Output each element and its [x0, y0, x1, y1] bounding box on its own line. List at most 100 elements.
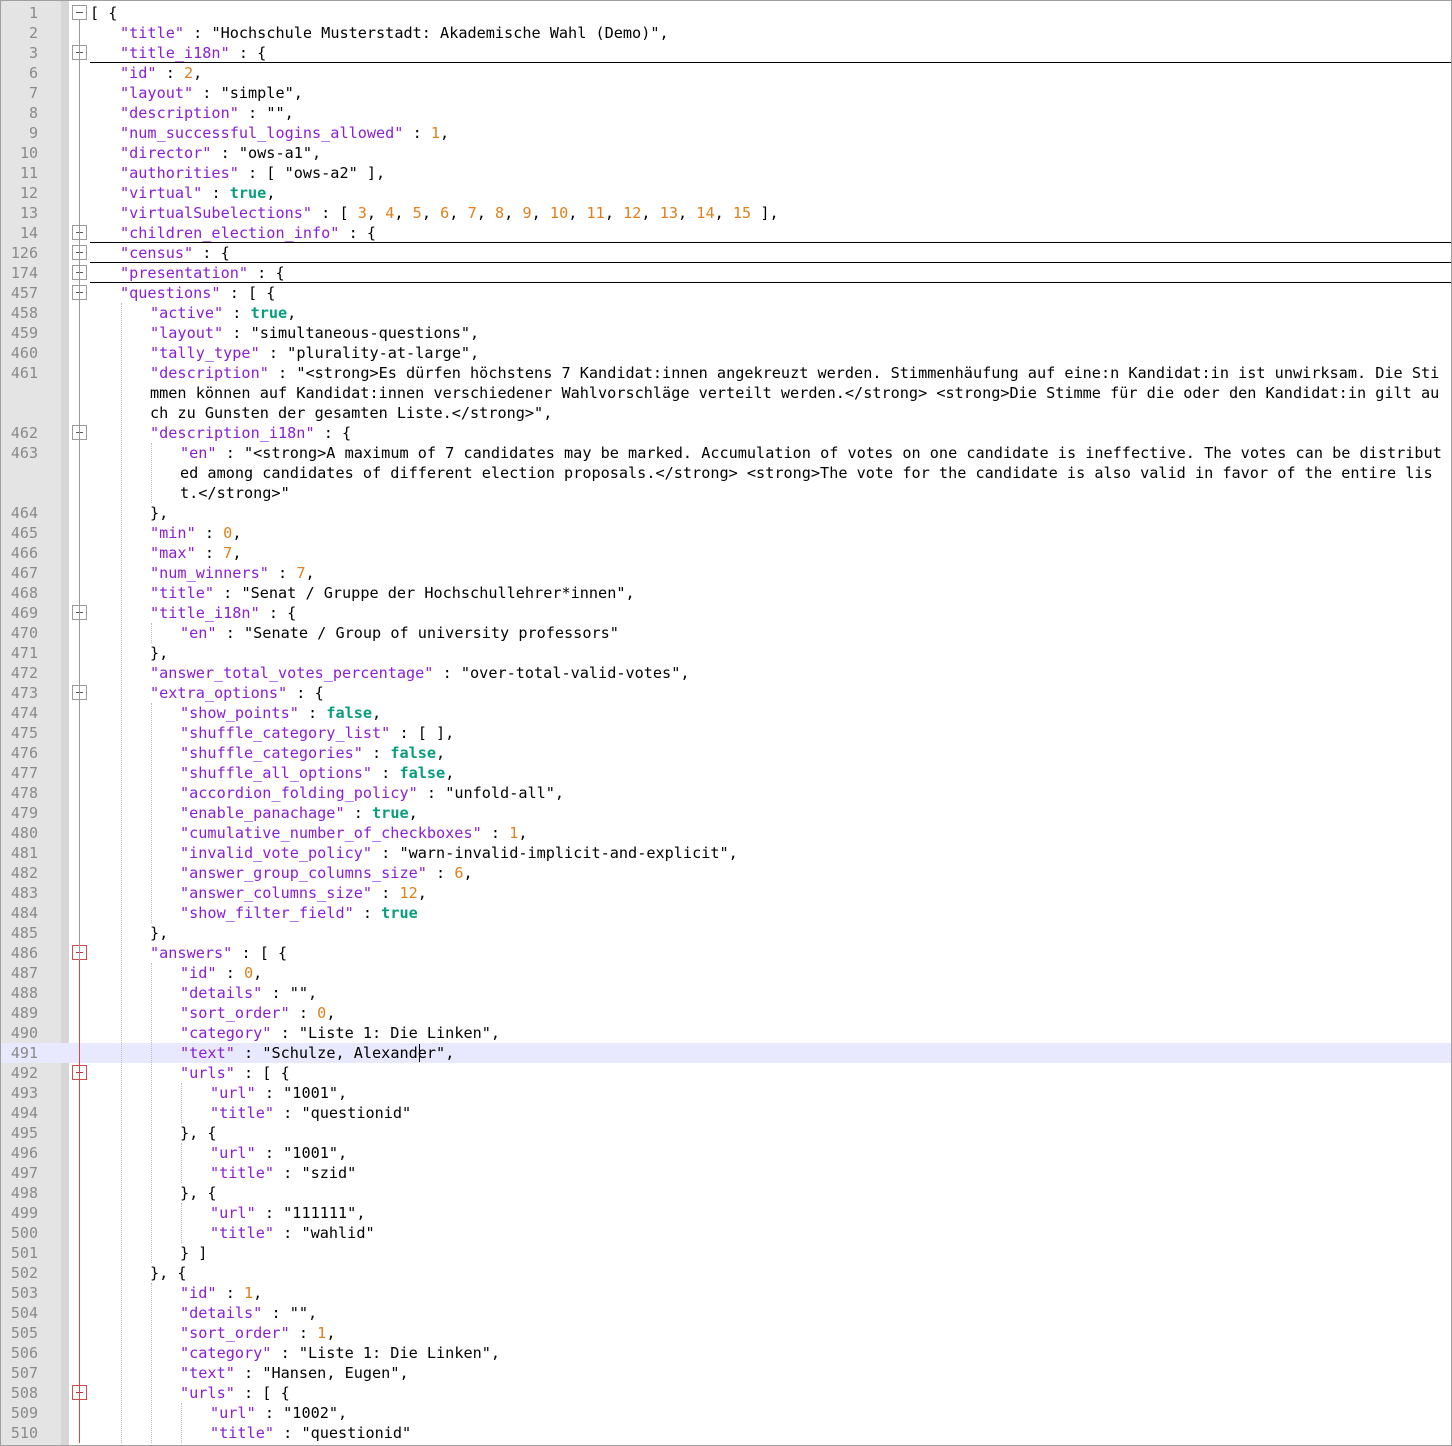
code-line[interactable]: 469 "title_i18n" : { — [1, 603, 1451, 623]
code-line[interactable]: 498}, { — [1, 1183, 1451, 1203]
code-line[interactable]: 479 "enable_panachage" : true, — [1, 803, 1451, 823]
code-line[interactable]: 489 "sort_order" : 0, — [1, 1003, 1451, 1023]
line-number: 462 — [10, 424, 38, 442]
code-line[interactable]: 9 "num_successful_logins_allowed" : 1, — [1, 123, 1451, 143]
code-line[interactable]: 502}, { — [1, 1263, 1451, 1283]
code-token: : { — [229, 44, 267, 62]
code-line[interactable]: 462 "description_i18n" : { — [1, 423, 1451, 443]
code-line[interactable]: 458 "active" : true, — [1, 303, 1451, 323]
code-line[interactable]: 466 "max" : 7, — [1, 543, 1451, 563]
code-line[interactable]: 8 "description" : "", — [1, 103, 1451, 123]
code-line[interactable]: 500 "title" : "wahlid" — [1, 1223, 1451, 1243]
code-line[interactable]: 467 "num_winners" : 7, — [1, 563, 1451, 583]
code-line[interactable]: 471}, — [1, 643, 1451, 663]
line-number: 13 — [19, 204, 38, 222]
code-line[interactable]: 14 "children_election_info" : { — [1, 223, 1451, 243]
code-line[interactable]: 506 "category" : "Liste 1: Die Linken", — [1, 1343, 1451, 1363]
code-token: : — [234, 1364, 263, 1382]
code-line[interactable]: 508 "urls" : [ { — [1, 1383, 1451, 1403]
code-token: , — [445, 1044, 455, 1062]
code-line[interactable]: 488 "details" : "", — [1, 983, 1451, 1003]
fold-connector — [79, 700, 80, 933]
code-line[interactable]: 473 "extra_options" : { — [1, 683, 1451, 703]
code-text: "title_i18n" : { — [90, 43, 1444, 63]
code-token: 0 — [317, 1004, 327, 1022]
code-text: "urls" : [ { — [90, 1063, 1444, 1083]
code-line[interactable]: 463 "en" : "<strong>A maximum of 7 candid… — [1, 443, 1451, 503]
code-line[interactable]: 475 "shuffle_category_list" : [ ], — [1, 723, 1451, 743]
code-line[interactable]: 457 "questions" : [ { — [1, 283, 1451, 303]
code-editor[interactable]: 1 [ {2 "title" : "Hochschule Musterstadt: … — [0, 0, 1452, 1446]
code-text: "children_election_info" : { — [90, 223, 1444, 243]
code-line[interactable]: 12 "virtual" : true, — [1, 183, 1451, 203]
code-token: "category" — [180, 1344, 272, 1362]
code-line[interactable]: 484 "show_filter_field" : true — [1, 903, 1451, 923]
code-line[interactable]: 510 "title" : "questionid" — [1, 1423, 1451, 1443]
code-line[interactable]: 476 "shuffle_categories" : false, — [1, 743, 1451, 763]
code-line[interactable]: 509 "url" : "1002", — [1, 1403, 1451, 1423]
code-token: false — [399, 764, 446, 782]
code-line[interactable]: 505 "sort_order" : 1, — [1, 1323, 1451, 1343]
code-line[interactable]: 490 "category" : "Liste 1: Die Linken", — [1, 1023, 1451, 1043]
code-line[interactable]: 486 "answers" : [ { — [1, 943, 1451, 963]
code-line[interactable]: 174 "presentation" : { — [1, 263, 1451, 283]
code-line[interactable]: 477 "shuffle_all_options" : false, — [1, 763, 1451, 783]
code-line[interactable]: 126 "census" : { — [1, 243, 1451, 263]
code-line[interactable]: 501} ] — [1, 1243, 1451, 1263]
code-token: , — [543, 404, 553, 422]
code-line[interactable]: 507 "text" : "Hansen, Eugen", — [1, 1363, 1451, 1383]
code-line[interactable]: 6 "id" : 2, — [1, 63, 1451, 83]
code-token: , — [470, 344, 480, 362]
code-line[interactable]: 11 "authorities" : [ "ows-a2" ], — [1, 163, 1451, 183]
code-line[interactable]: 478 "accordion_folding_policy" : "unfold-… — [1, 783, 1451, 803]
code-token: true — [250, 304, 288, 322]
code-line[interactable]: 1 [ { — [1, 3, 1451, 23]
code-text: "text" : "Hansen, Eugen", — [90, 1363, 1444, 1383]
code-line[interactable]: 503 "id" : 1, — [1, 1283, 1451, 1303]
code-line[interactable]: 459 "layout" : "simultaneous-questions", — [1, 323, 1451, 343]
code-line[interactable]: 7 "layout" : "simple", — [1, 83, 1451, 103]
code-line[interactable]: 504 "details" : "", — [1, 1303, 1451, 1323]
code-line[interactable]: 470 "en" : "Senate / Group of university … — [1, 623, 1451, 643]
code-token: "1001" — [283, 1144, 339, 1162]
code-line[interactable]: 481 "invalid_vote_policy" : "warn-invalid… — [1, 843, 1451, 863]
code-line[interactable]: 485}, — [1, 923, 1451, 943]
line-number: 473 — [10, 684, 38, 702]
code-line[interactable]: 2 "title" : "Hochschule Musterstadt: Akad… — [1, 23, 1451, 43]
code-line[interactable]: 482 "answer_group_columns_size" : 6, — [1, 863, 1451, 883]
line-number: 475 — [10, 724, 38, 742]
indent-guide — [151, 703, 152, 923]
code-token: "active" — [150, 304, 224, 322]
code-line[interactable]: 465 "min" : 0, — [1, 523, 1451, 543]
code-line[interactable]: 493 "url" : "1001", — [1, 1083, 1451, 1103]
code-text: "presentation" : { — [90, 263, 1444, 283]
code-line[interactable]: 10 "director" : "ows-a1", — [1, 143, 1451, 163]
code-line[interactable]: 491 "text" : "Schulze, Alexander", — [1, 1043, 1451, 1063]
code-line[interactable]: 492 "urls" : [ { — [1, 1063, 1451, 1083]
fold-collapse-icon[interactable] — [72, 5, 87, 20]
code-line[interactable]: 487 "id" : 0, — [1, 963, 1451, 983]
code-line[interactable]: 497 "title" : "szid" — [1, 1163, 1451, 1183]
code-line[interactable]: 474 "show_points" : false, — [1, 703, 1451, 723]
code-line[interactable]: 496 "url" : "1001", — [1, 1143, 1451, 1163]
code-text: "extra_options" : { — [90, 683, 1444, 703]
line-number: 487 — [10, 964, 38, 982]
code-line[interactable]: 480 "cumulative_number_of_checkboxes" : 1… — [1, 823, 1451, 843]
code-line[interactable]: 483 "answer_columns_size" : 12, — [1, 883, 1451, 903]
code-text: "questions" : [ { — [90, 283, 1444, 303]
code-line[interactable]: 13 "virtualSubelections" : [ 3, 4, 5, 6, … — [1, 203, 1451, 223]
code-line[interactable]: 472 "answer_total_votes_percentage" : "ov… — [1, 663, 1451, 683]
code-text: "enable_panachage" : true, — [90, 803, 1444, 823]
code-line[interactable]: 499 "url" : "111111", — [1, 1203, 1451, 1223]
line-number: 493 — [10, 1084, 38, 1102]
code-line[interactable]: 494 "title" : "questionid" — [1, 1103, 1451, 1123]
code-line[interactable]: 464}, — [1, 503, 1451, 523]
code-line[interactable]: 495}, { — [1, 1123, 1451, 1143]
code-line[interactable]: 468 "title" : "Senat / Gruppe der Hochsch… — [1, 583, 1451, 603]
code-token: "layout" — [150, 324, 224, 342]
code-token: : — [433, 664, 461, 682]
code-line[interactable]: 460 "tally_type" : "plurality-at-large", — [1, 343, 1451, 363]
code-line[interactable]: 3 "title_i18n" : { — [1, 43, 1451, 63]
code-token: , — [518, 824, 528, 842]
code-line[interactable]: 461 "description" : "<strong>Es dürfen hö… — [1, 363, 1451, 423]
